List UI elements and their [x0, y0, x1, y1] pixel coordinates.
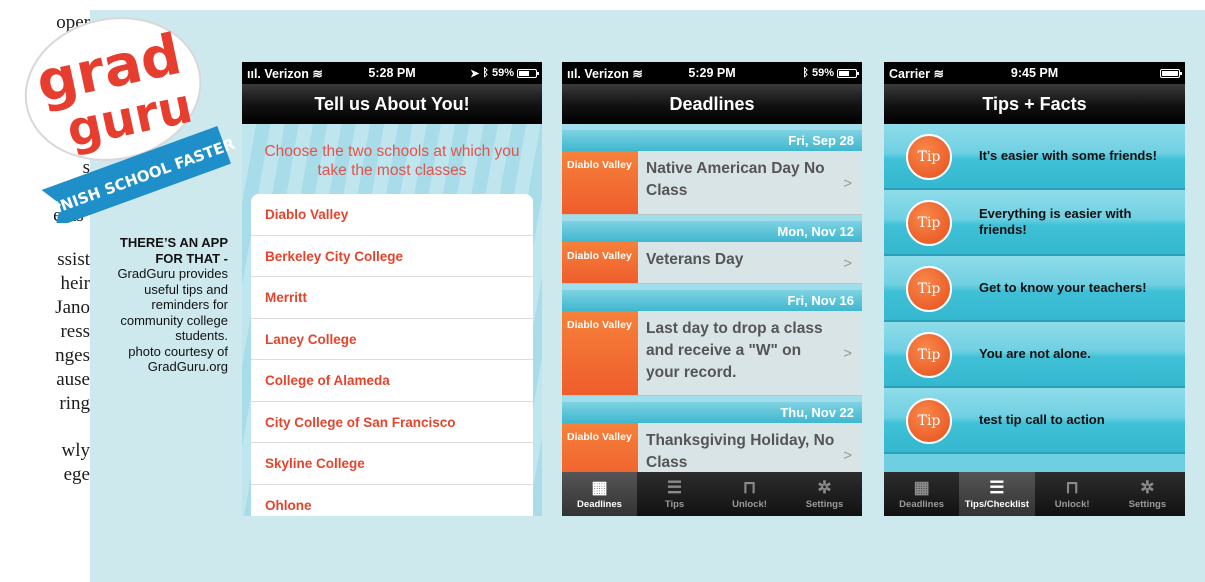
tab-bar: ▦ Deadlines ☰ Tips ⊓ Unlock! ✲ Settings: [562, 472, 862, 516]
date-header: Mon, Nov 12: [562, 215, 862, 242]
tip-text: You are not alone.: [979, 346, 1091, 361]
school-option[interactable]: Ohlone: [251, 485, 533, 517]
gear-icon: ✲: [1140, 478, 1155, 497]
tip-text: test tip call to action: [979, 412, 1105, 427]
article-fragment: nges: [55, 345, 90, 366]
tip-text: Get to know your teachers!: [979, 280, 1147, 295]
list-icon: ☰: [666, 478, 683, 497]
tip-badge: Tip: [906, 266, 952, 312]
phone-screen-about-you: ııl. Verizon ≋ 5:28 PM ➤ ᛒ 59% Tell us A…: [242, 62, 542, 516]
lock-icon: ⊓: [742, 478, 757, 497]
status-time: 9:45 PM: [1010, 66, 1059, 80]
battery-icon: [517, 68, 539, 78]
status-bar: Carrier ≋ 9:45 PM: [884, 62, 1185, 84]
event-title: Thanksgiving Holiday, No Class: [646, 432, 835, 471]
chevron-right-icon: >: [843, 345, 852, 362]
calendar-icon: ▦: [913, 478, 930, 497]
nav-title: Tips + Facts: [884, 84, 1185, 124]
event-title: Veterans Day: [646, 251, 744, 268]
tip-text: Everything is easier with friends!: [979, 206, 1132, 237]
deadline-item[interactable]: Diablo Valley Last day to drop a class a…: [562, 311, 862, 396]
tip-item[interactable]: Tip You are not alone.: [884, 322, 1185, 388]
phone-screen-deadlines: ııl. Verizon ≋ 5:29 PM ᛒ 59% Deadlines F…: [562, 62, 862, 516]
tip-item[interactable]: Tip Get to know your teachers!: [884, 256, 1185, 322]
caption-credit: photo courtesy of GradGuru.org: [128, 343, 228, 375]
tip-badge: Tip: [906, 200, 952, 246]
article-fragment: ssist: [57, 249, 90, 270]
school-prompt: Choose the two schools at which you take…: [264, 143, 520, 179]
tip-item[interactable]: Tip It's easier with some friends!: [884, 124, 1185, 190]
date-header: Fri, Nov 16: [562, 284, 862, 311]
bluetooth-icon: ᛒ: [482, 67, 489, 79]
battery-icon: [837, 68, 859, 78]
bluetooth-icon: ᛒ: [802, 67, 809, 79]
battery-percent: 59%: [811, 67, 834, 79]
school-option[interactable]: Diablo Valley: [251, 194, 533, 236]
school-option[interactable]: Laney College: [251, 319, 533, 360]
tab-settings[interactable]: ✲ Settings: [787, 472, 862, 516]
article-fragment: Jano: [55, 297, 90, 318]
tips-list: Tip It's easier with some friends! Tip E…: [884, 124, 1185, 472]
tip-badge: Tip: [906, 332, 952, 378]
article-fragment: heir: [60, 273, 90, 294]
deadline-item[interactable]: Diablo Valley Thanksgiving Holiday, No C…: [562, 423, 862, 472]
event-title: Native American Day No Class: [646, 160, 825, 199]
battery-icon: [1160, 68, 1182, 78]
deadline-item[interactable]: Diablo Valley Veterans Day >: [562, 242, 862, 284]
battery-percent: 59%: [491, 67, 514, 79]
chevron-right-icon: >: [843, 254, 852, 272]
article-fragment: ause: [56, 369, 90, 390]
tab-deadlines[interactable]: ▦ Deadlines: [884, 472, 959, 516]
location-arrow-icon: ➤: [470, 67, 480, 80]
tab-bar: ▦ Deadlines ☰ Tips/Checklist ⊓ Unlock! ✲ Set…: [884, 472, 1185, 516]
chevron-right-icon: >: [843, 174, 852, 192]
gear-icon: ✲: [817, 478, 832, 497]
school-picker: Choose the two schools at which you take…: [242, 124, 542, 516]
date-header: Thu, Nov 22: [562, 396, 862, 423]
phone-screen-tips: Carrier ≋ 9:45 PM Tips + Facts Tip It's …: [884, 62, 1185, 516]
tab-deadlines[interactable]: ▦ Deadlines: [562, 472, 637, 516]
deadline-item[interactable]: Diablo Valley Native American Day No Cla…: [562, 151, 862, 215]
school-list: Diablo Valley Berkeley City College Merr…: [251, 194, 533, 516]
status-bar: ııl. Verizon ≋ 5:29 PM ᛒ 59%: [562, 62, 862, 84]
school-tag: Diablo Valley: [562, 242, 638, 283]
list-icon: ☰: [989, 478, 1005, 497]
nav-title: Tell us About You!: [242, 84, 542, 124]
event-title: Last day to drop a class and receive a "…: [646, 320, 823, 381]
article-fragment: ege: [63, 464, 90, 485]
school-option[interactable]: City College of San Francisco: [251, 402, 533, 443]
tip-badge: Tip: [906, 398, 952, 444]
tab-unlock[interactable]: ⊓ Unlock!: [712, 472, 787, 516]
school-tag: Diablo Valley: [562, 311, 638, 395]
article-fragment: ress: [60, 321, 90, 342]
chevron-right-icon: >: [843, 446, 852, 464]
tab-tips-checklist[interactable]: ☰ Tips/Checklist: [959, 472, 1035, 516]
gradguru-logo: grad guru FINISH SCHOOL FASTER: [24, 17, 238, 223]
tip-item[interactable]: Tip test tip call to action: [884, 388, 1185, 454]
tip-text: It's easier with some friends!: [979, 148, 1157, 163]
school-tag: Diablo Valley: [562, 423, 638, 472]
tab-settings[interactable]: ✲ Settings: [1110, 472, 1185, 516]
date-header: Fri, Sep 28: [562, 124, 862, 151]
tab-unlock[interactable]: ⊓ Unlock!: [1035, 472, 1110, 516]
article-fragment: ring: [59, 393, 90, 414]
caption-body: GradGuru provides useful tips and remind…: [117, 266, 228, 343]
status-bar: ııl. Verizon ≋ 5:28 PM ➤ ᛒ 59%: [242, 62, 542, 84]
tip-item[interactable]: Tip Everything is easier with friends!: [884, 190, 1185, 256]
lock-icon: ⊓: [1065, 478, 1079, 497]
calendar-icon: ▦: [591, 478, 608, 497]
tab-tips[interactable]: ☰ Tips: [637, 472, 712, 516]
tip-badge: Tip: [906, 134, 952, 180]
photo-caption: THERE’S AN APP FOR THAT - GradGuru provi…: [112, 235, 228, 375]
nav-title: Deadlines: [562, 84, 862, 124]
deadline-list: Fri, Sep 28 Diablo Valley Native America…: [562, 124, 862, 472]
school-option[interactable]: Skyline College: [251, 443, 533, 485]
school-option[interactable]: Merritt: [251, 277, 533, 319]
school-option[interactable]: College of Alameda: [251, 360, 533, 402]
school-tag: Diablo Valley: [562, 151, 638, 214]
school-option[interactable]: Berkeley City College: [251, 236, 533, 277]
caption-title: THERE’S AN APP FOR THAT -: [119, 235, 228, 266]
article-fragment: wly: [61, 440, 91, 461]
